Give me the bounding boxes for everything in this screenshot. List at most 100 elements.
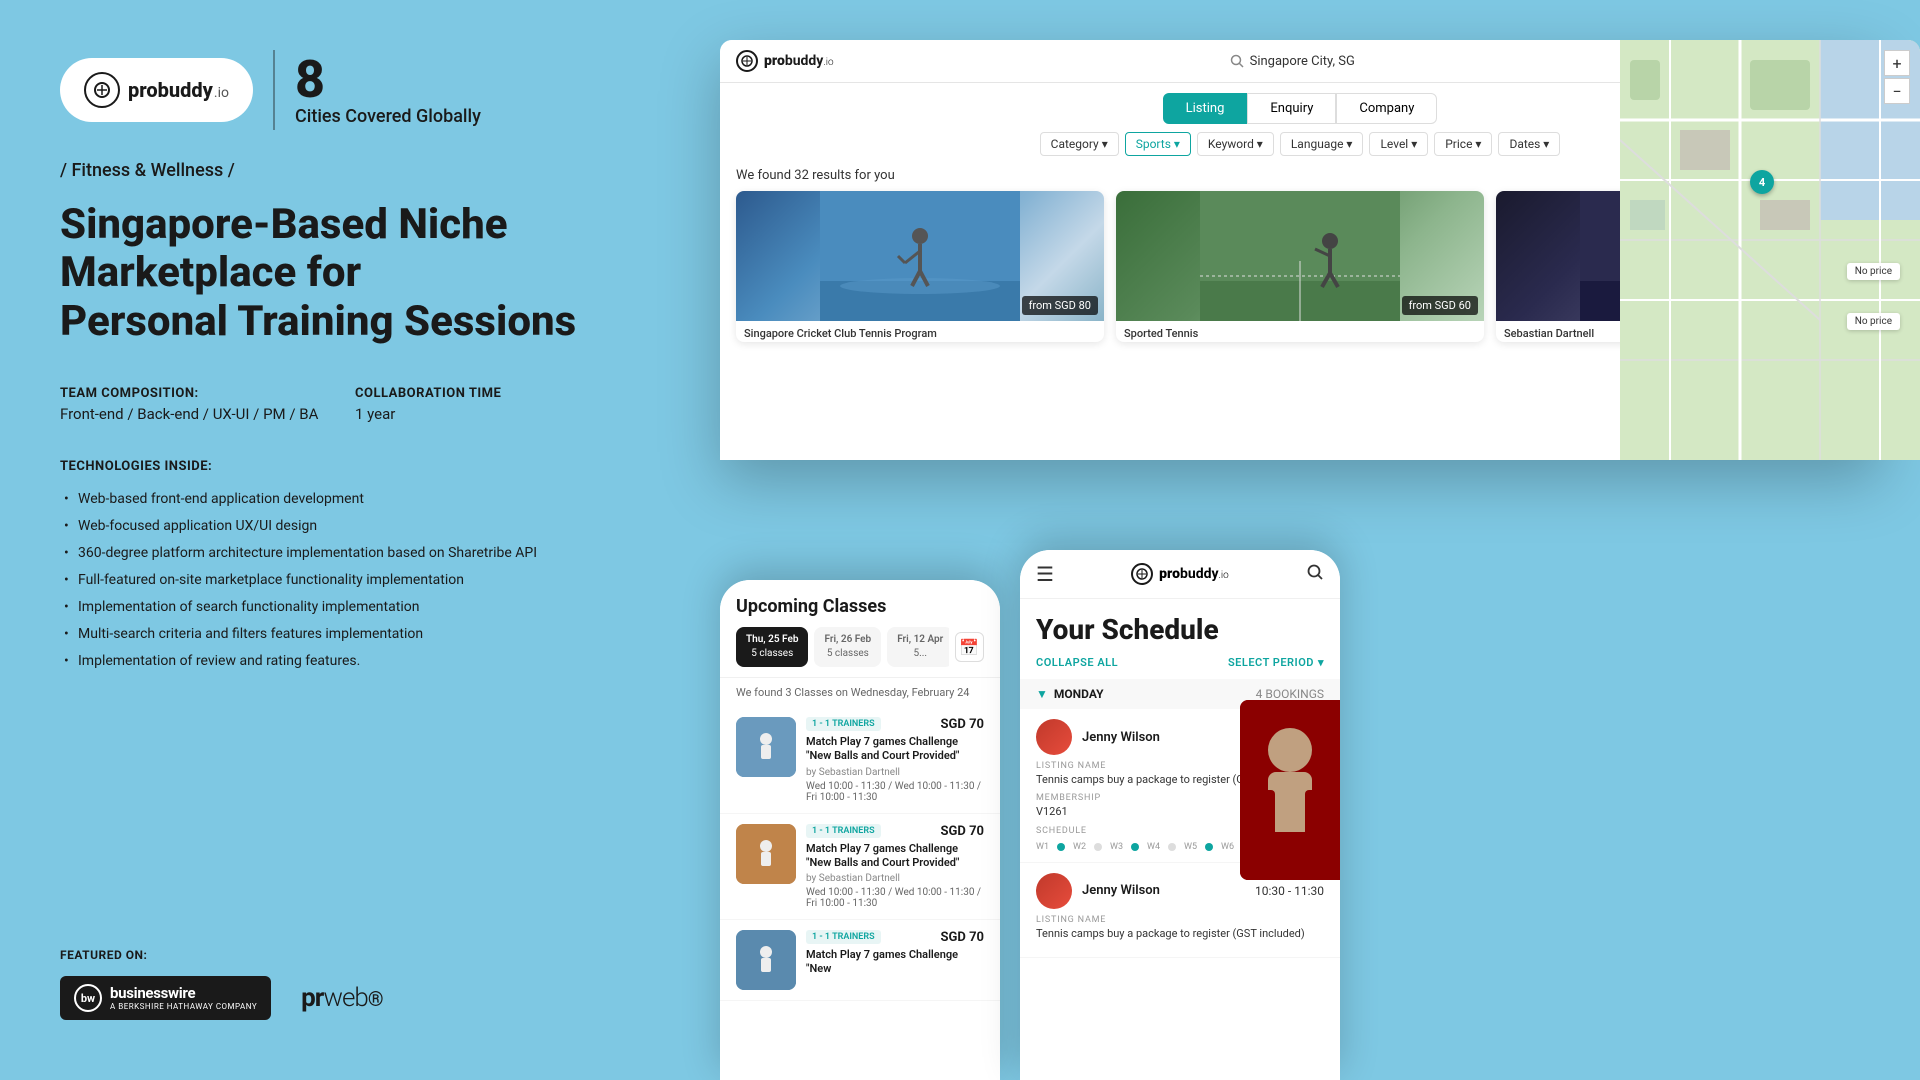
date-tab-1[interactable]: Thu, 25 Feb 5 classes (736, 627, 808, 667)
browser-logo-icon (736, 50, 758, 72)
booking-person-left-1: Jenny Wilson (1036, 719, 1160, 755)
trainer-badge-1: 1 - 1 TRAINERS (806, 717, 881, 731)
category-tag: / Fitness & Wellness / (60, 160, 620, 181)
listing-name-2: Sported Tennis (1116, 321, 1484, 342)
class-item-3[interactable]: 1 - 1 TRAINERS SGD 70 Match Play 7 games… (720, 920, 1000, 1001)
collab-info: COLLABORATION TIME 1 year (355, 386, 620, 423)
map-area: 4 No price No price + − (1620, 40, 1920, 460)
listing-card-1[interactable]: from SGD 80 Singapore Cricket Club Tenni… (736, 191, 1104, 342)
phone2-header: ☰ probuddy.io (1020, 550, 1340, 599)
class-price-3: SGD 70 (941, 930, 984, 945)
booking-time-2: 10:30 - 11:30 (1255, 884, 1324, 898)
phone-mockup-upcoming-classes: Upcoming Classes Thu, 25 Feb 5 classes F… (720, 580, 1000, 1080)
week-dot-w2 (1094, 843, 1102, 851)
businesswire-logo: bw businesswire A BERKSHIRE HATHAWAY COM… (60, 976, 271, 1020)
divider (273, 50, 275, 130)
logo-area: probuddy .io 8 Cities Covered Globally (60, 50, 620, 130)
tab-company[interactable]: Company (1336, 93, 1437, 124)
trainer-badge-2: 1 - 1 TRAINERS (806, 824, 881, 838)
bw-icon: bw (74, 984, 102, 1012)
tab-enquiry[interactable]: Enquiry (1247, 93, 1336, 124)
filter-language[interactable]: Language ▾ (1280, 132, 1364, 156)
class-item-2[interactable]: 1 - 1 TRAINERS SGD 70 Match Play 7 games… (720, 814, 1000, 921)
search-location: Singapore City, SG (1250, 54, 1355, 69)
phone2-title: Your Schedule (1020, 599, 1340, 656)
listing-card-2[interactable]: from SGD 60 Sported Tennis (1116, 191, 1484, 342)
browser-logo-text: probuddy.io (764, 53, 834, 69)
phone1-date-tabs: Thu, 25 Feb 5 classes Fri, 26 Feb 5 clas… (736, 627, 984, 667)
class-image-2 (736, 824, 796, 884)
class-price-1: SGD 70 (941, 717, 984, 732)
team-value: Front-end / Back-end / UX-UI / PM / BA (60, 405, 325, 423)
prweb-logo: prweb® (301, 983, 382, 1013)
trainer-badge-3: 1 - 1 TRAINERS (806, 930, 881, 944)
listing-label-2: LISTING NAME (1036, 915, 1324, 925)
phone2-controls: COLLAPSE ALL SELECT PERIOD ▾ (1020, 656, 1340, 679)
class-by-2: by Sebastian Dartnell (806, 873, 984, 884)
map-pin: 4 (1750, 170, 1774, 194)
hamburger-icon[interactable]: ☰ (1036, 562, 1054, 586)
class-image-3 (736, 930, 796, 990)
featured-label: FEATURED ON: (60, 948, 620, 962)
logo-box: probuddy .io (60, 58, 253, 122)
phone2-search-icon[interactable] (1306, 563, 1324, 585)
main-content: / Fitness & Wellness / Singapore-Based N… (60, 130, 620, 948)
calendar-icon[interactable]: 📅 (955, 632, 984, 662)
tech-item: Implementation of review and rating feat… (60, 648, 620, 675)
trainer-photo (1240, 700, 1340, 880)
filter-price[interactable]: Price ▾ (1434, 132, 1492, 156)
map-label-1: No price (1847, 263, 1900, 280)
week-dot-w3 (1131, 843, 1139, 851)
filter-category[interactable]: Category ▾ (1040, 132, 1119, 156)
cities-info: 8 Cities Covered Globally (295, 54, 481, 127)
collapse-all-button[interactable]: COLLAPSE ALL (1036, 656, 1118, 669)
booking-name-1: Jenny Wilson (1082, 730, 1160, 745)
collab-label: COLLABORATION TIME (355, 386, 620, 401)
logo-subtitle: .io (214, 85, 229, 101)
class-info-2: 1 - 1 TRAINERS SGD 70 Match Play 7 games… (806, 824, 984, 910)
team-label: TEAM COMPOSITION: (60, 386, 325, 401)
listing-name-1: Singapore Cricket Club Tennis Program (736, 321, 1104, 342)
zoom-out-button[interactable]: − (1884, 78, 1910, 104)
tech-item: 360-degree platform architecture impleme… (60, 540, 620, 567)
filter-level[interactable]: Level ▾ (1369, 132, 1428, 156)
tab-listing[interactable]: Listing (1163, 93, 1248, 124)
phone2-menu-area: ☰ (1036, 562, 1054, 586)
results-count: We found 32 results for you (736, 168, 895, 183)
filter-keyword[interactable]: Keyword ▾ (1197, 132, 1274, 156)
logo-icon (84, 72, 120, 108)
featured-logos: bw businesswire A BERKSHIRE HATHAWAY COM… (60, 976, 620, 1020)
phone2-logo: probuddy.io (1131, 563, 1229, 585)
class-price-2: SGD 70 (941, 824, 984, 839)
day-label: ▼ MONDAY (1036, 687, 1104, 701)
listing-price-1: from SGD 80 (1022, 296, 1098, 315)
date-tab-3[interactable]: Fri, 12 Apr 5... (887, 627, 948, 667)
right-panel: probuddy.io Singapore City, SG Home Clie… (680, 0, 1920, 1080)
select-period-button[interactable]: SELECT PERIOD ▾ (1228, 656, 1324, 669)
booking-person-left-2: Jenny Wilson (1036, 873, 1160, 909)
phone1-header: Upcoming Classes Thu, 25 Feb 5 classes F… (720, 580, 1000, 678)
listing-image-2: from SGD 60 (1116, 191, 1484, 321)
phone2-logo-icon (1131, 563, 1153, 585)
avatar-2 (1036, 873, 1072, 909)
class-item-1[interactable]: 1 - 1 TRAINERS SGD 70 Match Play 7 games… (720, 707, 1000, 814)
week-dot-w4 (1168, 843, 1176, 851)
date-tab-2[interactable]: Fri, 26 Feb 5 classes (814, 627, 881, 667)
filter-sports[interactable]: Sports ▾ (1125, 132, 1191, 156)
listing-value-2: Tennis camps buy a package to register (… (1036, 927, 1324, 941)
browser-search[interactable]: Singapore City, SG (1230, 54, 1355, 69)
class-schedule-2: Wed 10:00 - 11:30 / Wed 10:00 - 11:30 / (806, 887, 984, 898)
tech-item: Multi-search criteria and filters featur… (60, 621, 620, 648)
phone1-results: We found 3 Classes on Wednesday, Februar… (720, 678, 1000, 707)
avatar-1 (1036, 719, 1072, 755)
class-title-2: Match Play 7 games Challenge "New Balls … (806, 842, 984, 871)
collab-value: 1 year (355, 405, 620, 423)
bookings-count: 4 BOOKINGS (1256, 687, 1324, 701)
class-by-1: by Sebastian Dartnell (806, 767, 984, 778)
booking-name-2: Jenny Wilson (1082, 883, 1160, 898)
filter-dates[interactable]: Dates ▾ (1498, 132, 1560, 156)
map-label-2: No price (1847, 313, 1900, 330)
listing-price-2: from SGD 60 (1402, 296, 1478, 315)
listing-image-1: from SGD 80 (736, 191, 1104, 321)
zoom-in-button[interactable]: + (1884, 50, 1910, 76)
